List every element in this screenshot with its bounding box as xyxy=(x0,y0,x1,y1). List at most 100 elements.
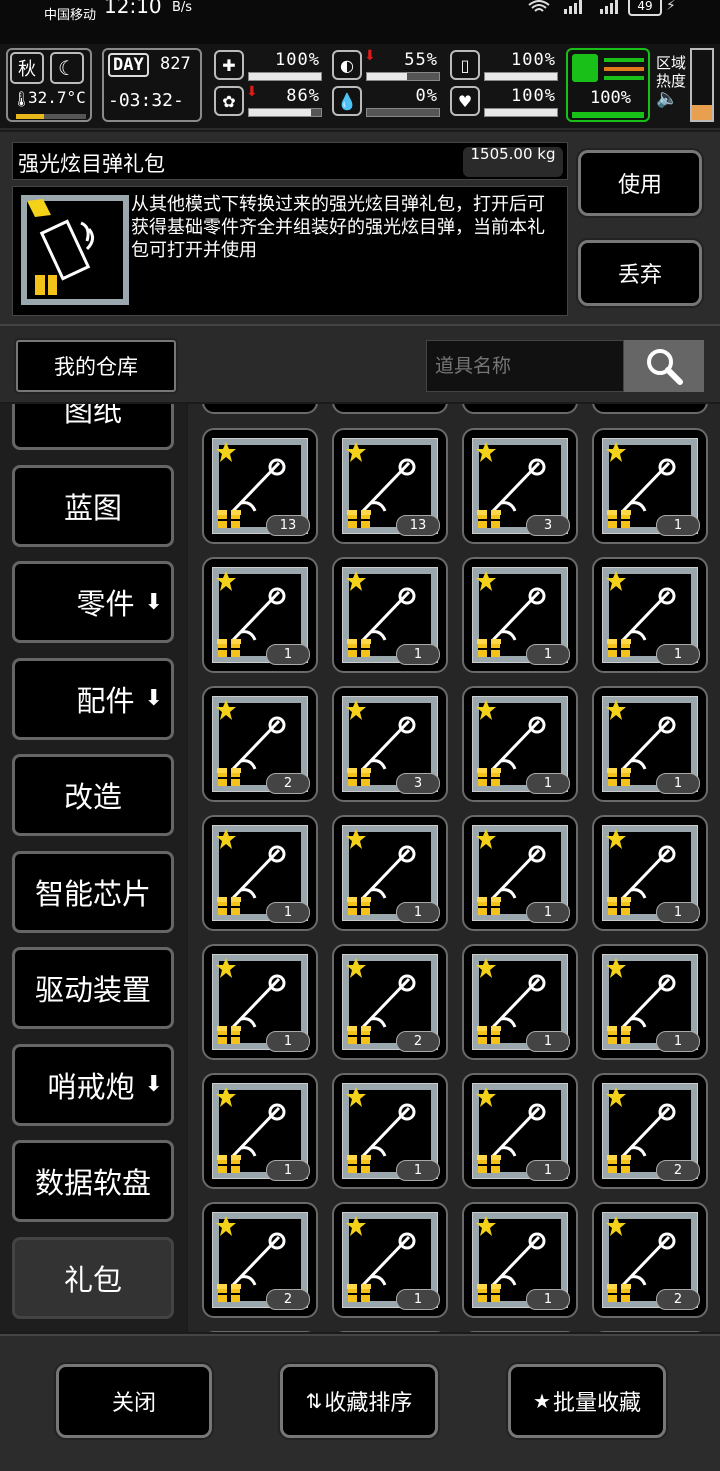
item-title: 强光炫目弹礼包 xyxy=(18,152,165,176)
item-count: 1 xyxy=(266,1031,310,1052)
speaker-icon[interactable]: 🔈 xyxy=(656,90,686,108)
zone-label-1: 区域 xyxy=(656,54,687,72)
category-label: 蓝图 xyxy=(63,490,122,525)
gift-box-icon xyxy=(607,1023,631,1045)
item-slot[interactable]: 1 xyxy=(462,557,578,673)
item-slot-partial[interactable] xyxy=(592,1331,708,1332)
item-count: 1 xyxy=(266,902,310,923)
item-slot[interactable]: 1 xyxy=(332,1202,448,1318)
category-8[interactable]: 数据软盘 xyxy=(12,1140,174,1222)
item-slot[interactable]: 1 xyxy=(462,1202,578,1318)
gift-box-icon xyxy=(217,1023,241,1045)
day-label: DAY xyxy=(108,53,149,77)
item-slot[interactable]: 2 xyxy=(202,686,318,802)
item-slot[interactable]: 1 xyxy=(332,1073,448,1189)
item-slot[interactable]: 1 xyxy=(202,815,318,931)
item-slot[interactable]: 1 xyxy=(462,944,578,1060)
item-slot-partial[interactable] xyxy=(332,404,448,414)
item-slot[interactable]: 13 xyxy=(332,428,448,544)
item-slot[interactable]: 2 xyxy=(332,944,448,1060)
item-count: 13 xyxy=(266,515,310,536)
gift-box-icon xyxy=(347,507,371,529)
stars-icon: ★ xyxy=(533,1389,551,1413)
item-grid: 13 13 3 1 1 1 1 1 2 3 1 1 1 1 1 1 1 2 1 1 1 1 1 2 2 1 1 2 xyxy=(188,404,720,1332)
wifi-icon xyxy=(528,0,550,17)
favorite-sort-button[interactable]: ⇅ 收藏排序 xyxy=(280,1364,438,1438)
category-sidebar: 图纸蓝图零件 ⬇ 配件 ⬇ 改造智能芯片驱动装置哨戒炮 ⬇ 数据软盘礼包 xyxy=(0,404,186,1332)
favorite-star-icon xyxy=(475,1086,497,1108)
category-0[interactable]: 图纸 xyxy=(12,404,174,450)
swap-arrows-icon: ⇅ xyxy=(305,1389,323,1413)
flashbang-gift-icon xyxy=(21,195,129,305)
vital-stat-bar xyxy=(366,72,440,81)
item-slot-partial[interactable] xyxy=(462,1331,578,1332)
item-slot-partial[interactable] xyxy=(202,404,318,414)
favorite-sort-label: 收藏排序 xyxy=(324,1391,413,1416)
favorite-star-icon xyxy=(475,699,497,721)
item-slot[interactable]: 2 xyxy=(592,1073,708,1189)
item-slot[interactable]: 1 xyxy=(462,815,578,931)
item-search-input[interactable] xyxy=(426,340,624,392)
boot-icon xyxy=(572,54,598,82)
item-slot[interactable]: 1 xyxy=(202,944,318,1060)
item-slot[interactable]: 1 xyxy=(592,815,708,931)
item-count: 1 xyxy=(396,1160,440,1181)
warehouse-tab[interactable]: 我的仓库 xyxy=(16,340,176,392)
category-label: 数据软盘 xyxy=(34,1166,151,1200)
item-count: 1 xyxy=(656,1031,700,1052)
category-label: 哨戒炮 xyxy=(47,1069,135,1104)
gift-box-icon xyxy=(217,507,241,529)
item-slot[interactable]: 1 xyxy=(462,686,578,802)
item-slot[interactable]: 1 xyxy=(202,1073,318,1189)
category-4[interactable]: 改造 xyxy=(12,754,174,836)
item-slot[interactable]: 1 xyxy=(332,557,448,673)
item-slot[interactable]: 1 xyxy=(332,815,448,931)
gift-box-icon xyxy=(607,1152,631,1174)
item-slot[interactable]: 1 xyxy=(592,557,708,673)
temperature-value: 32.7°C xyxy=(28,88,86,107)
item-slot[interactable]: 1 xyxy=(202,557,318,673)
close-button[interactable]: 关闭 xyxy=(56,1364,212,1438)
heart-icon: ♥ xyxy=(450,86,480,116)
favorite-star-icon xyxy=(215,1086,237,1108)
category-2[interactable]: 零件 ⬇ xyxy=(12,561,174,643)
charging-icon: ⚡ xyxy=(666,0,676,14)
item-slot-partial[interactable] xyxy=(202,1331,318,1332)
favorite-star-icon xyxy=(475,1215,497,1237)
item-slot[interactable]: 3 xyxy=(332,686,448,802)
category-5[interactable]: 智能芯片 xyxy=(12,850,174,933)
favorite-star-icon xyxy=(475,441,497,463)
category-9[interactable]: 礼包 xyxy=(12,1236,174,1319)
category-3[interactable]: 配件 ⬇ xyxy=(12,657,174,740)
item-count: 1 xyxy=(526,1289,570,1310)
discard-button[interactable]: 丢弃 xyxy=(578,240,702,306)
item-slot[interactable]: 1 xyxy=(592,686,708,802)
category-1[interactable]: 蓝图 xyxy=(12,464,174,547)
use-button[interactable]: 使用 xyxy=(578,150,702,216)
gift-box-icon xyxy=(347,894,371,916)
item-slot[interactable]: 1 xyxy=(462,1073,578,1189)
item-slot-partial[interactable] xyxy=(332,1331,448,1332)
gift-box-icon xyxy=(217,894,241,916)
status-time: 12:10 xyxy=(104,0,162,18)
item-slot[interactable]: 1 xyxy=(592,944,708,1060)
favorite-star-icon xyxy=(215,828,237,850)
item-slot[interactable]: 1 xyxy=(592,428,708,544)
item-slot[interactable]: 2 xyxy=(592,1202,708,1318)
category-6[interactable]: 驱动装置 xyxy=(12,947,174,1029)
vital-stat: ▯ 100% xyxy=(446,48,560,82)
batch-favorite-button[interactable]: ★ 批量收藏 xyxy=(508,1364,666,1438)
category-7[interactable]: 哨戒炮 ⬇ xyxy=(12,1043,174,1126)
item-slot[interactable]: 3 xyxy=(462,428,578,544)
favorite-star-icon xyxy=(475,828,497,850)
favorite-star-icon xyxy=(345,570,367,592)
blood-drop-icon: 💧 xyxy=(332,86,362,116)
item-slot-partial[interactable] xyxy=(462,404,578,414)
favorite-star-icon xyxy=(215,1215,237,1237)
item-slot[interactable]: 2 xyxy=(202,1202,318,1318)
item-slot-partial[interactable] xyxy=(592,404,708,414)
item-slot[interactable]: 13 xyxy=(202,428,318,544)
search-button[interactable] xyxy=(624,340,704,392)
gift-box-icon xyxy=(477,507,501,529)
day-panel: DAY 827 -03:32- xyxy=(102,48,202,122)
